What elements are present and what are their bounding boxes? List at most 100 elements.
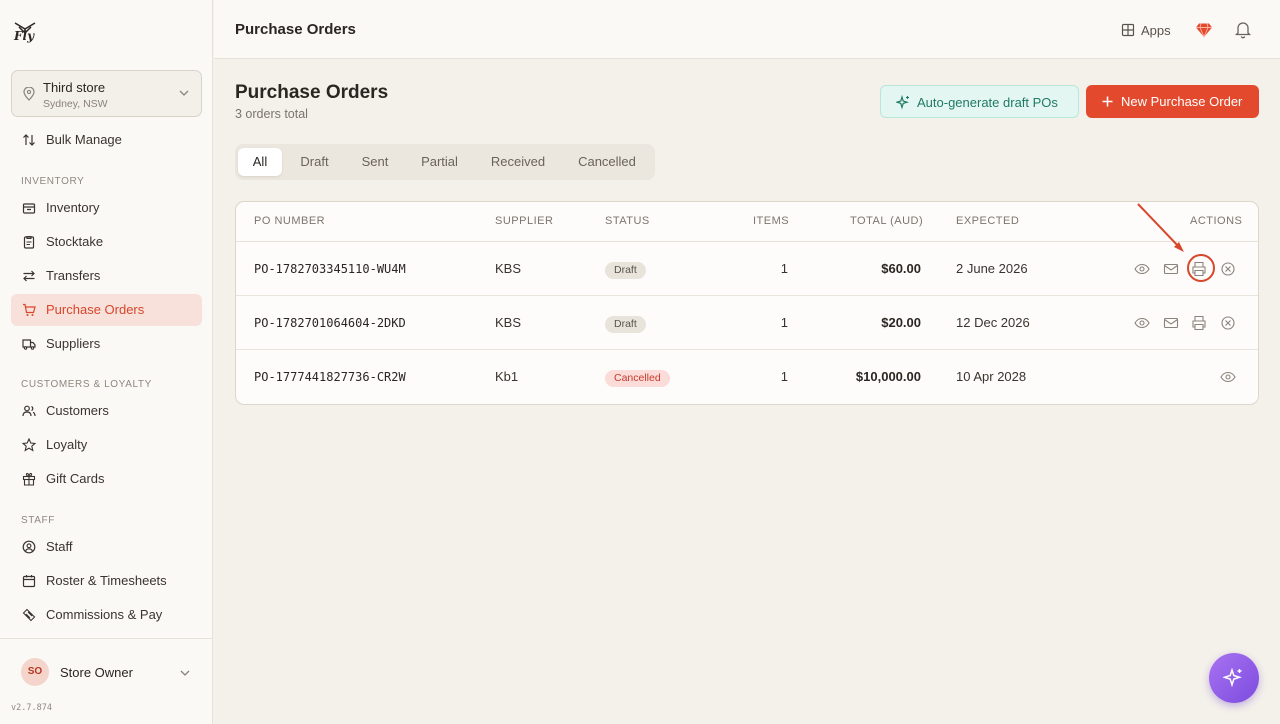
gem-icon[interactable] [1195, 21, 1213, 39]
apps-label: Apps [1141, 22, 1171, 38]
eye-icon[interactable] [1134, 315, 1150, 331]
header-supplier: SUPPLIER [495, 215, 554, 227]
sidebar-item-staff[interactable]: Staff [11, 531, 202, 563]
topbar-title: Purchase Orders [235, 21, 356, 38]
section-label-staff: STAFF [21, 515, 55, 526]
users-icon [22, 405, 36, 417]
sidebar-item-suppliers[interactable]: Suppliers [11, 328, 202, 360]
app-version: v2.7.874 [11, 703, 52, 713]
transfer-icon [23, 270, 35, 282]
tab-sent[interactable]: Sent [347, 148, 403, 176]
sparkles-icon [896, 95, 909, 110]
supplier: Kb1 [495, 369, 519, 384]
status-tabs: All Draft Sent Partial Received Cancelle… [235, 144, 655, 180]
sidebar-item-label: Customers [46, 403, 109, 418]
truck-icon [22, 339, 36, 350]
location-pin-icon [23, 87, 35, 101]
status-badge: Draft [605, 316, 646, 333]
coins-icon [22, 608, 36, 622]
store-name: Third store [43, 80, 106, 95]
topbar: Purchase Orders Apps [214, 0, 1280, 59]
sidebar-item-transfers[interactable]: Transfers [11, 260, 202, 292]
total: $10,000.00 [855, 369, 921, 384]
tab-received[interactable]: Received [476, 148, 560, 176]
header-status: STATUS [605, 215, 650, 227]
sidebar-item-roster[interactable]: Roster & Timesheets [11, 565, 202, 597]
star-icon [22, 438, 36, 452]
sidebar-item-label: Gift Cards [46, 471, 105, 486]
order-count: 3 orders total [235, 107, 308, 121]
sidebar-item-label: Commissions & Pay [46, 607, 163, 622]
status-badge: Draft [605, 262, 646, 279]
total: $60.00 [881, 261, 921, 276]
sidebar-item-label: Purchase Orders [46, 302, 145, 317]
ai-assistant-button[interactable] [1209, 653, 1259, 703]
auto-generate-label: Auto-generate draft POs [917, 95, 1058, 110]
new-purchase-order-button[interactable]: New Purchase Order [1086, 85, 1259, 118]
header-po-number: PO NUMBER [254, 215, 326, 227]
tab-cancelled[interactable]: Cancelled [565, 148, 649, 176]
printer-icon[interactable] [1191, 261, 1207, 277]
apps-button[interactable]: Apps [1121, 20, 1171, 40]
new-purchase-order-label: New Purchase Order [1121, 94, 1243, 109]
grid-icon [1121, 23, 1135, 37]
sidebar-item-bulk-manage[interactable]: Bulk Manage [11, 124, 202, 156]
bell-icon[interactable] [1234, 20, 1252, 39]
table-row[interactable]: PO-1782701064604-2DKD KBS Draft 1 $20.00… [236, 296, 1258, 350]
page-title: Purchase Orders [235, 82, 389, 103]
eye-icon[interactable] [1134, 261, 1150, 277]
cancel-circle-icon[interactable] [1220, 315, 1236, 331]
table-row[interactable]: PO-1782703345110-WU4M KBS Draft 1 $60.00… [236, 242, 1258, 296]
sidebar-item-loyalty[interactable]: Loyalty [11, 429, 202, 461]
items-count: 1 [780, 261, 788, 276]
sidebar-item-purchase-orders[interactable]: Purchase Orders [11, 294, 202, 326]
sidebar-item-label: Stocktake [46, 234, 104, 249]
po-number[interactable]: PO-1782703345110-WU4M [254, 262, 406, 276]
sidebar-item-label: Roster & Timesheets [46, 573, 167, 588]
mail-icon[interactable] [1163, 261, 1179, 277]
eye-icon[interactable] [1220, 369, 1236, 385]
section-label-customers: CUSTOMERS & LOYALTY [21, 379, 152, 390]
plus-icon [1102, 96, 1113, 107]
cancel-circle-icon[interactable] [1220, 261, 1236, 277]
tab-all[interactable]: All [238, 148, 282, 176]
section-label-inventory: INVENTORY [21, 176, 85, 187]
tab-partial[interactable]: Partial [408, 148, 471, 176]
header-actions: ACTIONS [1190, 215, 1243, 227]
po-number[interactable]: PO-1782701064604-2DKD [254, 316, 406, 330]
supplier: KBS [495, 315, 522, 330]
purchase-orders-table: PO NUMBER SUPPLIER STATUS ITEMS TOTAL (A… [235, 201, 1259, 405]
sidebar-item-stocktake[interactable]: Stocktake [11, 226, 202, 258]
auto-generate-button[interactable]: Auto-generate draft POs [880, 85, 1079, 118]
user-menu[interactable]: SO Store Owner v2.7.874 [0, 638, 213, 724]
sparkles-icon [1223, 667, 1242, 688]
store-selector[interactable]: Third store Sydney, NSW [11, 70, 202, 117]
header-total: TOTAL (AUD) [850, 215, 924, 227]
sidebar: Fly Third store Sydney, NSW Bulk Manage … [0, 0, 213, 724]
user-circle-icon [22, 540, 36, 554]
sidebar-item-label: Suppliers [46, 336, 101, 351]
expected-date: 12 Dec 2026 [956, 315, 1030, 330]
table-row[interactable]: PO-1777441827736-CR2W Kb1 Cancelled 1 $1… [236, 350, 1258, 404]
chevron-down-icon [180, 670, 190, 676]
sidebar-item-customers[interactable]: Customers [11, 395, 202, 427]
sidebar-item-commissions[interactable]: Commissions & Pay [11, 599, 202, 631]
logo-text: Fly [14, 29, 35, 43]
printer-icon[interactable] [1191, 315, 1207, 331]
sidebar-item-gift-cards[interactable]: Gift Cards [11, 463, 202, 495]
cart-icon [23, 303, 36, 316]
sidebar-item-label: Inventory [46, 200, 100, 215]
sidebar-item-label: Loyalty [46, 437, 88, 452]
expected-date: 2 June 2026 [956, 261, 1028, 276]
box-icon [22, 203, 36, 214]
supplier: KBS [495, 261, 522, 276]
chevron-down-icon [179, 90, 189, 96]
header-items: ITEMS [753, 215, 790, 227]
mail-icon[interactable] [1163, 315, 1179, 331]
tab-draft[interactable]: Draft [287, 148, 342, 176]
avatar: SO [21, 658, 49, 686]
sidebar-item-inventory[interactable]: Inventory [11, 192, 202, 224]
total: $20.00 [881, 315, 921, 330]
gift-icon [22, 472, 36, 486]
po-number[interactable]: PO-1777441827736-CR2W [254, 370, 406, 384]
